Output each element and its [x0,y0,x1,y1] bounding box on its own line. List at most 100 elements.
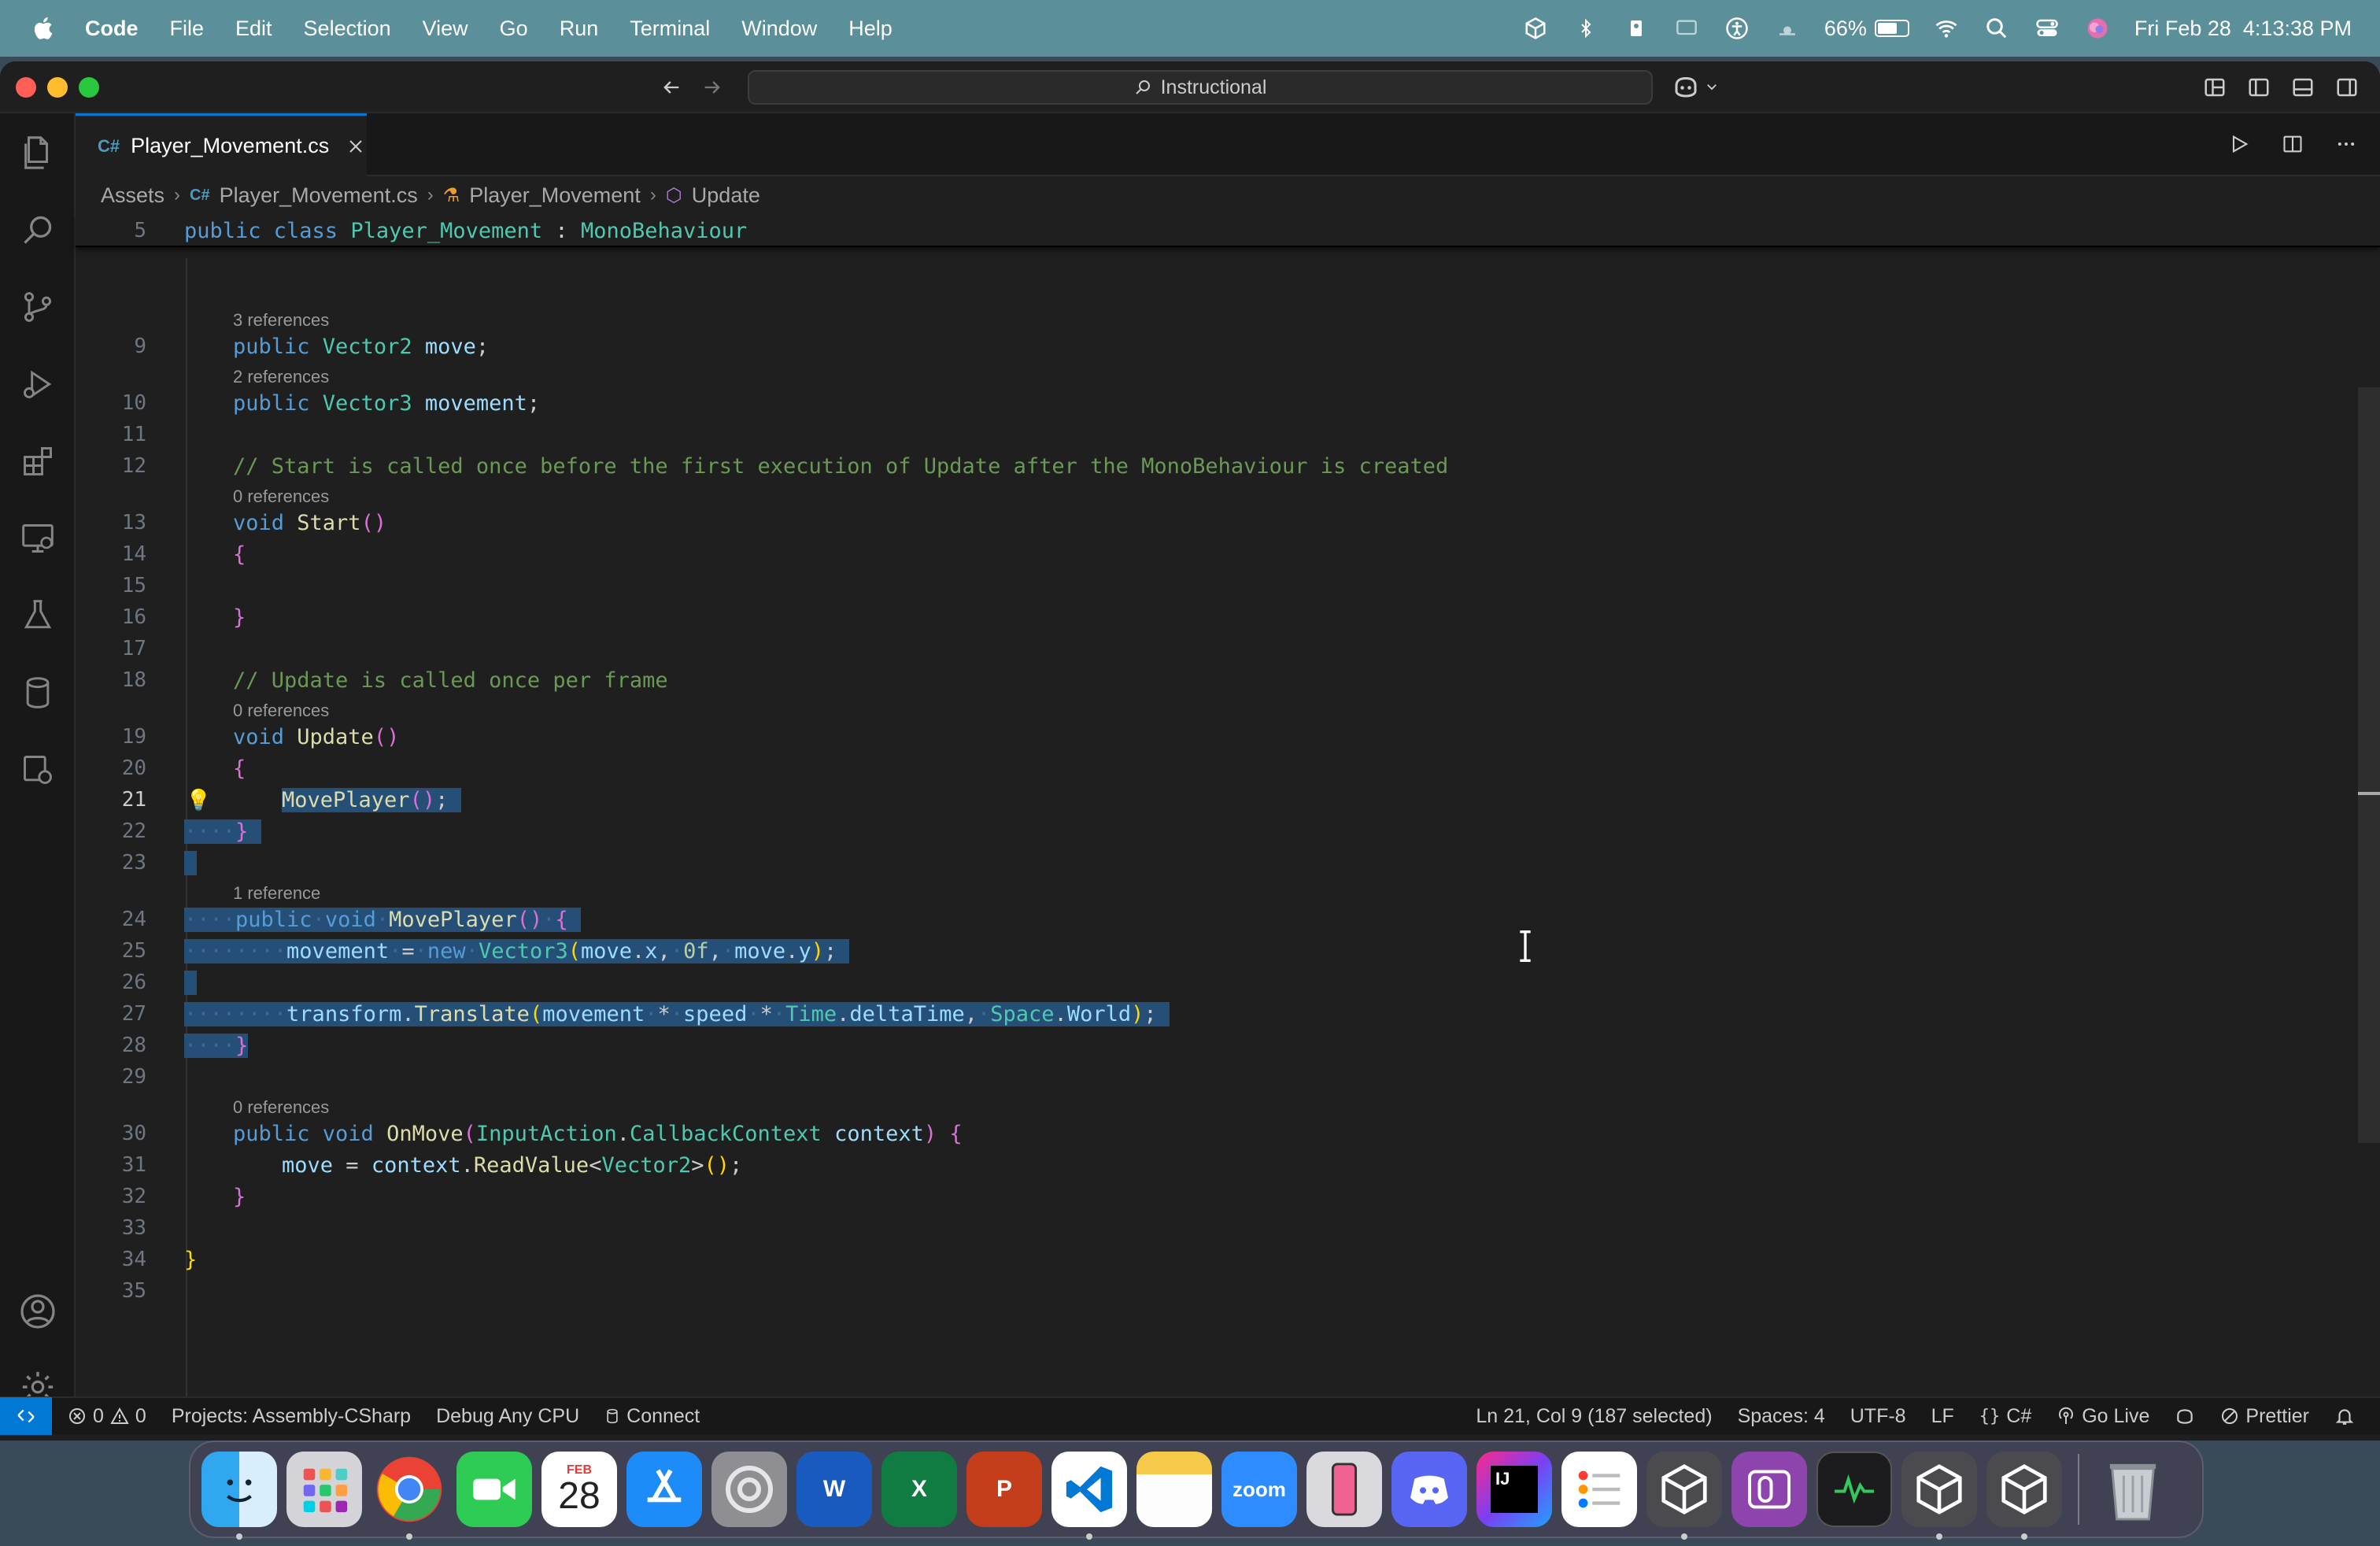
breadcrumb-method[interactable]: Update [692,183,760,208]
menu-window[interactable]: Window [741,17,817,41]
discord-icon[interactable] [1391,1452,1467,1527]
sticky-scroll-line[interactable]: 5 public class Player_Movement : MonoBeh… [76,214,2380,247]
accessibility-icon[interactable] [1724,15,1750,42]
system-settings-gear-icon[interactable] [711,1452,787,1527]
projects-status[interactable]: Projects: Assembly-CSharp [172,1405,411,1428]
launchpad-icon[interactable] [286,1452,362,1527]
menu-run[interactable]: Run [560,17,599,41]
code-editor[interactable]: 5 public class Player_Movement : MonoBeh… [76,214,2380,1441]
forward-arrow-icon[interactable] [697,72,727,102]
facetime-icon[interactable] [456,1452,532,1527]
search-icon[interactable] [17,209,58,250]
prettier-no-entry-icon [2222,1408,2238,1424]
run-play-icon[interactable] [2224,129,2254,159]
breadcrumb-class[interactable]: Player_Movement [469,183,641,208]
spotlight-search-icon[interactable] [1983,15,2010,42]
command-center-search[interactable]: Instructional [748,70,1653,105]
extensions-icon[interactable] [17,441,58,482]
menu-terminal[interactable]: Terminal [630,17,710,41]
control-center-icon[interactable] [2034,15,2060,42]
activity-monitor-icon[interactable] [1816,1452,1892,1527]
toggle-secondary-sidebar-icon[interactable] [2333,73,2361,102]
excel-icon[interactable]: X [881,1452,957,1527]
split-editor-icon[interactable] [2278,129,2308,159]
calendar-icon[interactable]: FEB 28 [541,1452,617,1527]
back-arrow-icon[interactable] [656,72,686,102]
command-center-text: Instructional [1160,76,1267,98]
mos-app-icon[interactable] [1731,1452,1807,1527]
debug-config-status[interactable]: Debug Any CPU [436,1405,579,1428]
apple-logo-icon[interactable] [30,14,58,43]
customize-layout-icon[interactable] [2201,73,2229,102]
cursor-position-status[interactable]: Ln 21, Col 9 (187 selected) [1476,1405,1712,1428]
toggle-primary-sidebar-icon[interactable] [2245,73,2273,102]
connect-status[interactable]: Connect [604,1405,700,1428]
accounts-icon[interactable] [17,1291,58,1332]
source-control-icon[interactable] [17,287,58,327]
menu-go[interactable]: Go [500,17,528,41]
code-comment: // Update is called once per frame [233,668,668,693]
vscode-icon[interactable] [1051,1452,1127,1540]
window-maximize-button[interactable] [79,77,99,98]
trash-icon[interactable] [2095,1452,2171,1527]
ai-settings-icon[interactable] [17,749,58,790]
unity-cube-icon[interactable] [1522,15,1549,42]
menu-selection[interactable]: Selection [304,17,391,41]
reminders-icon[interactable] [1561,1452,1637,1527]
app-store-icon[interactable] [626,1452,702,1527]
notifications-bell-icon[interactable] [2334,1406,2355,1426]
iphone-mirroring-icon[interactable] [1306,1452,1382,1527]
code-line-33: 33 [76,1212,2358,1244]
breadcrumb-file[interactable]: Player_Movement.cs [220,183,418,208]
wifi-icon[interactable] [1933,15,1960,42]
code-line-31: 31 move = context.ReadValue<Vector2>(); [76,1149,2358,1181]
screen-mirroring-icon[interactable] [1673,15,1700,42]
editor-scrollbar[interactable] [2358,387,2380,1143]
indentation-status[interactable]: Spaces: 4 [1738,1405,1825,1428]
breadcrumb-assets[interactable]: Assets [101,183,164,208]
intellij-icon[interactable]: IJ [1476,1452,1552,1527]
finder-icon[interactable] [201,1452,277,1540]
bluetooth-icon[interactable] [1572,15,1599,42]
database-icon[interactable] [17,672,58,713]
window-minimize-button[interactable] [47,77,68,98]
chrome-icon[interactable] [371,1452,447,1540]
copilot-button[interactable] [1672,72,1719,101]
prettier-status[interactable]: Prettier [2220,1405,2309,1428]
code-line-15: 15 [76,570,2358,601]
more-actions-icon[interactable] [2331,129,2361,159]
brightness-icon[interactable] [1774,15,1801,42]
battery-status[interactable]: 66% [1824,17,1909,41]
testing-flask-icon[interactable] [17,595,58,636]
go-live-button[interactable]: Go Live [2057,1405,2149,1428]
menu-file[interactable]: File [170,17,205,41]
lightbulb-icon[interactable]: 💡 [186,789,211,812]
copilot-status-icon[interactable] [2175,1406,2195,1426]
menu-view[interactable]: View [423,17,468,41]
language-mode-status[interactable]: {} C# [1979,1405,2031,1428]
close-icon[interactable] [346,137,365,156]
encoding-status[interactable]: UTF-8 [1850,1405,1906,1428]
zoom-icon[interactable]: zoom [1221,1452,1297,1527]
tab-player-movement[interactable]: C# Player_Movement.cs [76,113,367,176]
eol-status[interactable]: LF [1931,1405,1954,1428]
problems-indicator[interactable]: 0 0 [68,1405,146,1428]
unity-6-editor-second-icon[interactable] [1986,1452,2062,1540]
unity-6-editor-icon[interactable] [1901,1452,1977,1540]
siri-icon[interactable] [2084,15,2111,42]
menu-app-name[interactable]: Code [85,17,139,41]
toggle-panel-icon[interactable] [2289,73,2317,102]
menu-edit[interactable]: Edit [235,17,272,41]
remote-indicator-button[interactable] [0,1397,52,1435]
menu-help[interactable]: Help [848,17,893,41]
menu-datetime[interactable]: Fri Feb 28 4:13:38 PM [2134,17,2352,41]
explorer-icon[interactable] [17,132,58,173]
unity-hub-icon[interactable] [1646,1452,1722,1540]
run-and-debug-icon[interactable] [17,364,58,405]
remote-explorer-icon[interactable] [17,518,58,559]
word-icon[interactable]: W [796,1452,872,1527]
powerpoint-icon[interactable]: P [966,1452,1042,1527]
badge-icon[interactable] [1623,15,1650,42]
notes-icon[interactable] [1136,1452,1212,1527]
window-close-button[interactable] [16,77,36,98]
